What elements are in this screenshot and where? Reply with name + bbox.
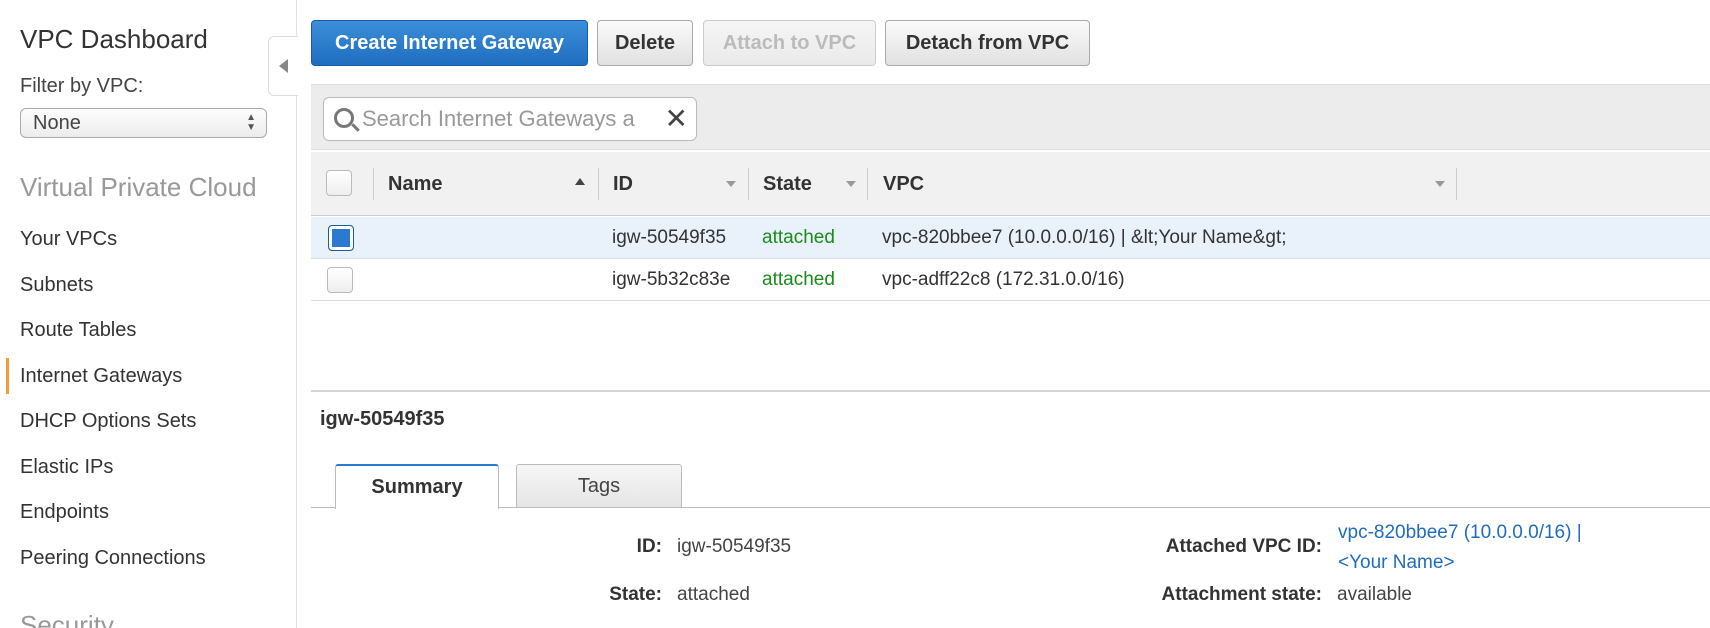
attachment-state-value: available — [1337, 584, 1412, 605]
table-row[interactable]: igw-50549f35 attached vpc-820bbee7 (10.0… — [311, 217, 1710, 259]
row-state: attached — [762, 227, 835, 248]
column-separator — [867, 168, 868, 200]
sidebar: VPC Dashboard Filter by VPC: None ▲ ▼ Vir… — [0, 0, 297, 628]
sort-icon[interactable] — [846, 181, 856, 187]
id-label: ID: — [636, 536, 662, 557]
row-checkbox[interactable] — [328, 225, 354, 251]
search-box[interactable]: ✕ — [323, 97, 697, 141]
table-header: Name ID State VPC — [311, 152, 1710, 216]
chevron-left-icon — [279, 59, 288, 73]
active-nav-indicator — [6, 358, 9, 394]
select-arrows-icon: ▲ ▼ — [246, 112, 256, 133]
tab-tags[interactable]: Tags — [516, 464, 682, 508]
attached-vpc-link[interactable]: vpc-820bbee7 (10.0.0.0/16) | — [1338, 522, 1582, 544]
row-id: igw-50549f35 — [612, 227, 727, 248]
table-row[interactable]: igw-5b32c83e attached vpc-adff22c8 (172.… — [311, 259, 1710, 301]
column-header-id[interactable]: ID — [613, 152, 633, 216]
sort-ascending-icon[interactable] — [575, 178, 585, 185]
attachment-state-label: Attachment state: — [1161, 584, 1322, 605]
column-separator — [373, 168, 374, 200]
id-value: igw-50549f35 — [677, 536, 792, 557]
filter-vpc-value: None — [33, 112, 81, 134]
attach-to-vpc-button[interactable]: Attach to VPC — [703, 20, 876, 66]
search-icon — [334, 108, 354, 128]
column-separator — [1456, 168, 1457, 200]
state-value: attached — [677, 584, 750, 605]
filter-vpc-select[interactable]: None ▲ ▼ — [20, 108, 267, 138]
collapse-sidebar-button[interactable] — [268, 36, 298, 96]
row-vpc: vpc-820bbee7 (10.0.0.0/16) | &lt;Your Na… — [882, 227, 1287, 248]
column-header-state[interactable]: State — [763, 152, 812, 216]
row-id: igw-5b32c83e — [612, 269, 731, 290]
column-header-name[interactable]: Name — [388, 152, 442, 216]
pane-divider[interactable] — [311, 390, 1710, 392]
section-virtual-private-cloud: Virtual Private Cloud — [20, 172, 257, 202]
sidebar-item-dhcp-options-sets[interactable]: DHCP Options Sets — [20, 410, 196, 433]
detach-from-vpc-button[interactable]: Detach from VPC — [885, 20, 1090, 66]
row-vpc: vpc-adff22c8 (172.31.0.0/16) — [882, 269, 1125, 290]
sidebar-item-peering-connections[interactable]: Peering Connections — [20, 547, 206, 570]
column-separator — [748, 168, 749, 200]
sidebar-item-internet-gateways[interactable]: Internet Gateways — [20, 365, 182, 388]
state-label: State: — [609, 584, 662, 605]
search-input[interactable] — [362, 104, 662, 134]
create-internet-gateway-button[interactable]: Create Internet Gateway — [311, 20, 588, 66]
row-state: attached — [762, 269, 835, 290]
column-separator — [598, 168, 599, 200]
sidebar-item-elastic-ips[interactable]: Elastic IPs — [20, 456, 113, 479]
search-bar: ✕ — [311, 84, 1710, 150]
sidebar-item-route-tables[interactable]: Route Tables — [20, 319, 136, 342]
clear-search-icon[interactable]: ✕ — [665, 104, 688, 134]
attached-vpc-label: Attached VPC ID: — [1165, 536, 1322, 557]
sidebar-item-endpoints[interactable]: Endpoints — [20, 501, 109, 524]
section-security: Security — [20, 610, 114, 628]
detail-title: igw-50549f35 — [320, 408, 445, 430]
sidebar-item-subnets[interactable]: Subnets — [20, 274, 93, 297]
column-header-vpc[interactable]: VPC — [883, 152, 924, 216]
select-all-checkbox[interactable] — [326, 170, 352, 196]
delete-button[interactable]: Delete — [597, 20, 693, 66]
tab-underline — [311, 507, 1710, 508]
row-checkbox[interactable] — [327, 267, 353, 293]
attached-vpc-link-name[interactable]: <Your Name> — [1338, 552, 1455, 574]
sort-icon[interactable] — [726, 181, 736, 187]
dashboard-title[interactable]: VPC Dashboard — [20, 24, 208, 55]
tab-summary[interactable]: Summary — [335, 464, 499, 509]
sidebar-item-your-vpcs[interactable]: Your VPCs — [20, 228, 117, 251]
sort-icon[interactable] — [1435, 181, 1445, 187]
filter-label: Filter by VPC: — [20, 75, 144, 97]
